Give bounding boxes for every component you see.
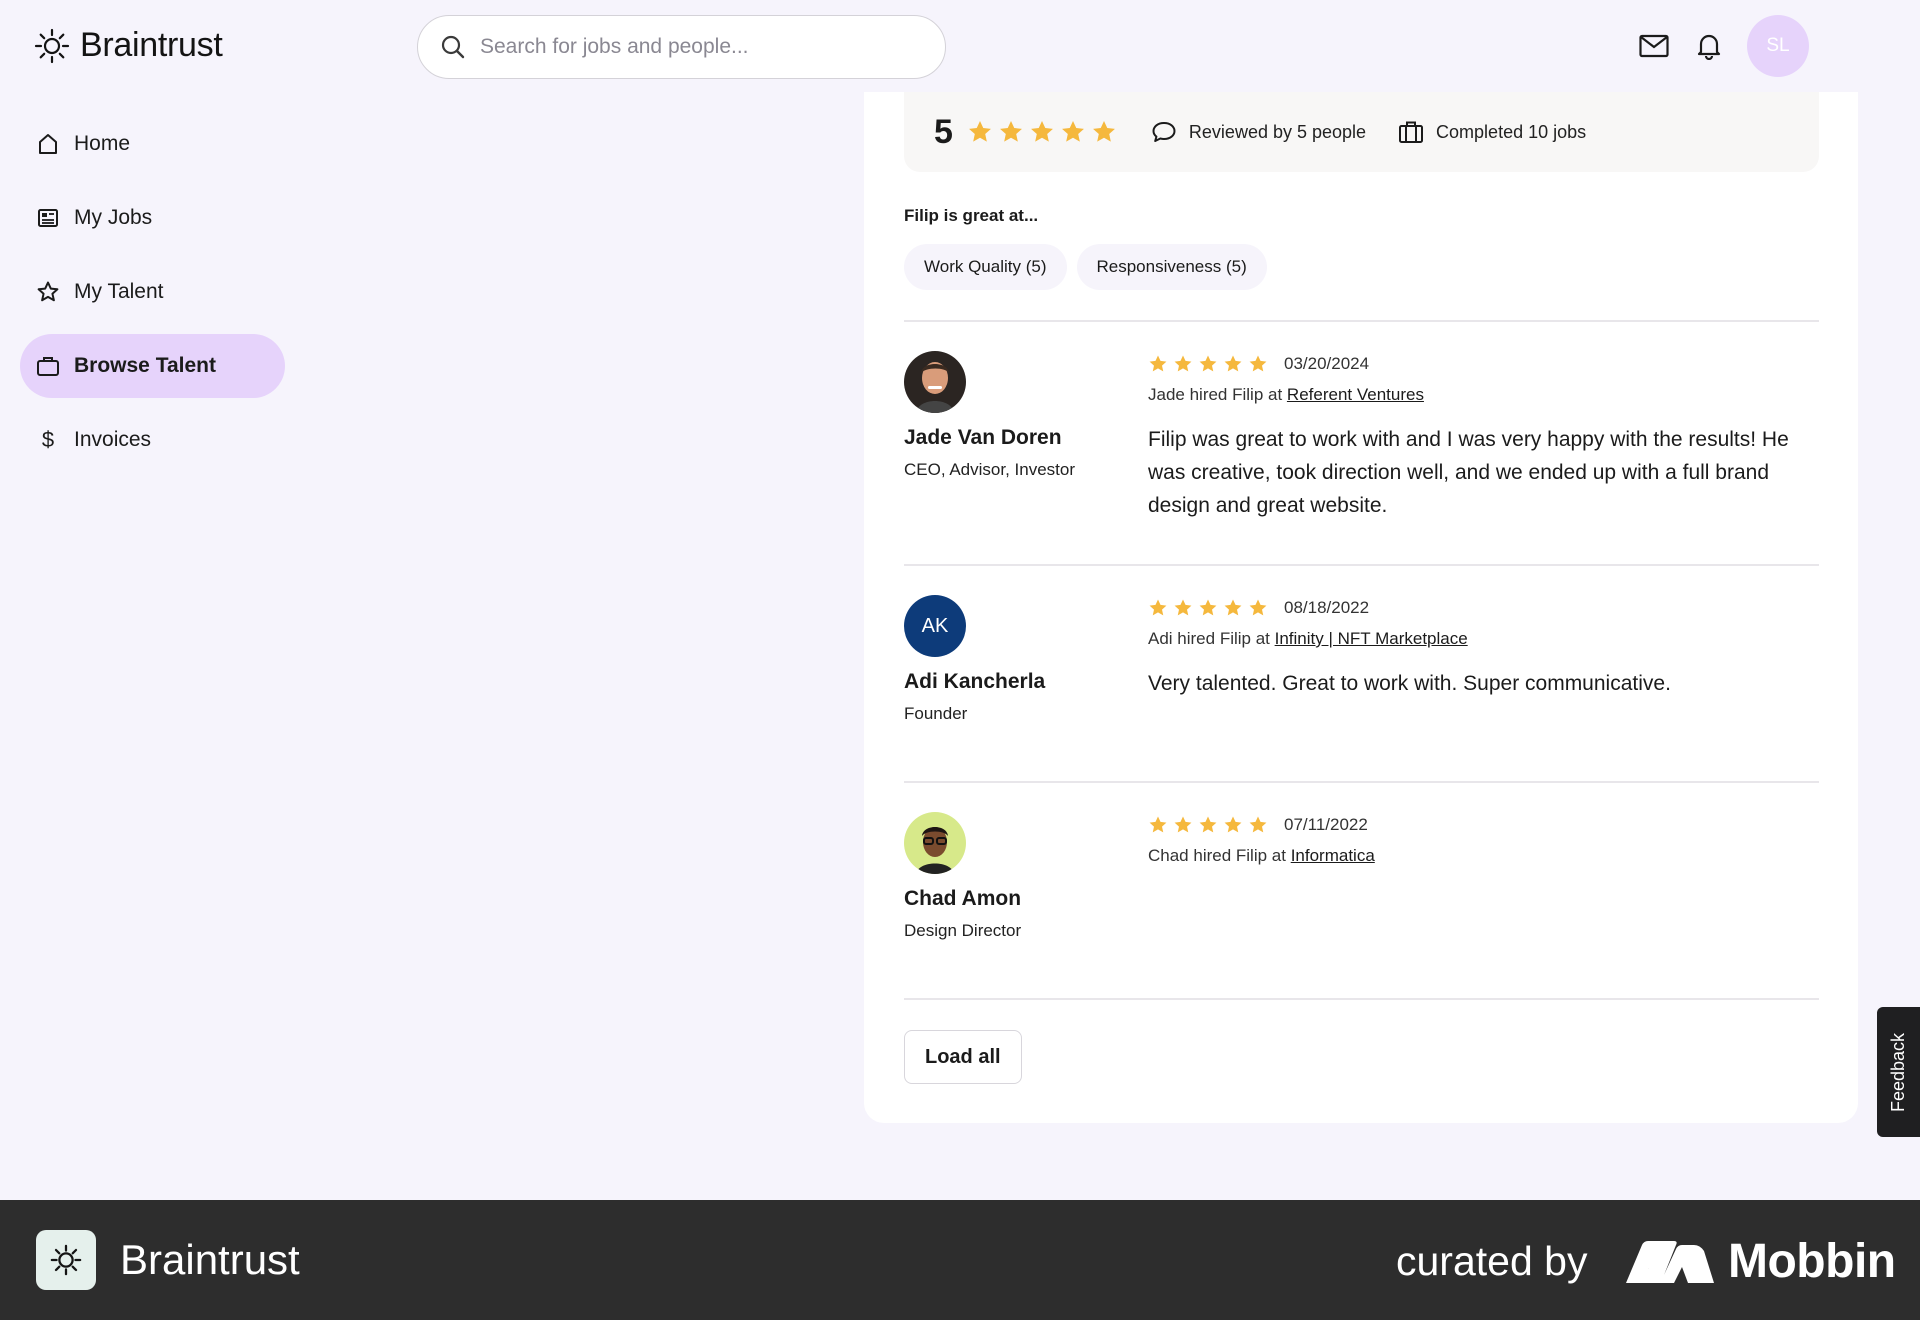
brand-name: Braintrust — [80, 26, 223, 64]
rating-summary: 5 Reviewed by 5 people Completed 10 jobs — [904, 92, 1819, 172]
reviewer-avatar[interactable] — [904, 351, 966, 413]
star-icon — [1149, 599, 1167, 616]
jobs-icon — [36, 206, 60, 230]
star-icon — [1174, 599, 1192, 616]
search-bar[interactable] — [417, 15, 946, 79]
star-icon — [1249, 816, 1267, 833]
feedback-tab[interactable]: Feedback — [1877, 1007, 1920, 1137]
star-icon — [1249, 599, 1267, 616]
review-text: Very talented. Great to work with. Super… — [1148, 672, 1671, 695]
strength-tag: Responsiveness (5) — [1076, 244, 1267, 290]
footer-brand: Braintrust — [120, 1236, 300, 1283]
star-icon — [999, 120, 1022, 142]
notifications-button[interactable] — [1691, 28, 1727, 64]
sidebar-item-label: My Jobs — [74, 206, 153, 229]
braintrust-app-icon — [36, 1230, 96, 1290]
review-stars — [1148, 815, 1268, 835]
chat-bubble-icon — [1152, 122, 1176, 142]
search-input[interactable] — [480, 35, 920, 59]
review-stars — [1148, 598, 1268, 618]
reviewer-title: Design Director — [904, 921, 1022, 940]
reviewer-avatar[interactable]: AK — [904, 595, 966, 657]
reviewer-name: Jade Van Doren — [904, 426, 1062, 449]
star-icon — [1224, 355, 1242, 372]
review-date: 08/18/2022 — [1284, 598, 1370, 617]
star-icon — [1224, 599, 1242, 616]
sidebar-item-label: My Talent — [74, 280, 164, 303]
review-date: 07/11/2022 — [1284, 815, 1368, 834]
sidebar-item-my-jobs[interactable]: My Jobs — [20, 186, 285, 250]
star-icon — [1199, 355, 1217, 372]
sidebar-item-browse-talent[interactable]: Browse Talent — [20, 334, 285, 398]
sidebar-item-label: Home — [74, 132, 131, 155]
mail-icon — [1639, 34, 1669, 58]
summary-stars — [967, 119, 1117, 145]
sidebar-item-home[interactable]: Home — [20, 112, 285, 176]
feedback-label: Feedback — [1888, 1032, 1908, 1112]
mobbin-wordmark: Mobbin — [1728, 1235, 1896, 1288]
user-avatar[interactable]: SL — [1747, 15, 1809, 77]
briefcase-icon — [1399, 121, 1424, 143]
star-icon — [1149, 816, 1167, 833]
review-date: 03/20/2024 — [1284, 354, 1370, 373]
strength-tag: Work Quality (5) — [904, 244, 1067, 290]
mobbin-mark-icon — [1626, 1240, 1714, 1283]
sidebar-item-label: Invoices — [74, 428, 152, 451]
hired-at: Adi hired Filip at Infinity | NFT Market… — [1148, 629, 1468, 648]
completed-jobs: Completed 10 jobs — [1398, 120, 1586, 144]
footer-banner: Braintrust curated by Mobbin — [0, 1200, 1920, 1320]
review-text: Filip was great to work with and I was v… — [1148, 428, 1789, 517]
star-icon — [1224, 816, 1242, 833]
company-link[interactable]: Infinity | NFT Marketplace — [1275, 629, 1468, 648]
reviewer-title: CEO, Advisor, Investor — [904, 460, 1076, 479]
star-icon — [1092, 120, 1115, 142]
search-icon — [441, 35, 465, 59]
braintrust-logo[interactable]: Braintrust — [34, 26, 223, 65]
divider — [904, 320, 1819, 322]
star-icon — [1174, 355, 1192, 372]
hired-at: Jade hired Filip at Referent Ventures — [1148, 385, 1424, 404]
reviewer-name: Adi Kancherla — [904, 670, 1046, 693]
company-link[interactable]: Referent Ventures — [1287, 385, 1424, 404]
mobbin-logo: Mobbin — [1626, 1234, 1896, 1289]
hired-at: Chad hired Filip at Informatica — [1148, 846, 1375, 865]
star-icon — [1174, 816, 1192, 833]
reviewer-name: Chad Amon — [904, 887, 1022, 910]
star-icon — [1199, 599, 1217, 616]
star-icon — [1249, 355, 1267, 372]
star-outline-icon — [36, 280, 60, 304]
company-link[interactable]: Informatica — [1291, 846, 1375, 865]
bell-icon — [1697, 34, 1721, 60]
briefcase-icon — [36, 354, 60, 378]
divider — [904, 998, 1819, 1000]
star-icon — [968, 120, 991, 142]
star-icon — [1149, 355, 1167, 372]
star-icon — [1061, 120, 1084, 142]
dollar-icon: $ — [41, 427, 55, 452]
sidebar-item-label: Browse Talent — [74, 354, 216, 377]
divider — [904, 564, 1819, 566]
strength-tags: Work Quality (5) Responsiveness (5) — [904, 244, 1267, 290]
sidebar-item-my-talent[interactable]: My Talent — [20, 260, 285, 324]
strengths-label: Filip is great at... — [904, 206, 1039, 225]
load-all-button[interactable]: Load all — [904, 1030, 1022, 1084]
divider — [904, 781, 1819, 783]
star-icon — [1030, 120, 1053, 142]
reviewed-by: Reviewed by 5 people — [1151, 120, 1366, 144]
curated-by-label: curated by — [1396, 1238, 1588, 1284]
reviews-card: 5 Reviewed by 5 people Completed 10 jobs… — [864, 92, 1858, 1123]
reviewer-title: Founder — [904, 704, 968, 723]
star-icon — [1199, 816, 1217, 833]
sidebar-nav: Home My Jobs My Talent Browse Talent $ I… — [20, 112, 285, 482]
reviewer-avatar[interactable] — [904, 812, 966, 874]
braintrust-sun-icon — [34, 28, 70, 63]
sidebar-item-invoices[interactable]: $ Invoices — [20, 408, 285, 472]
rating-value: 5 — [934, 112, 953, 151]
home-icon — [36, 132, 60, 156]
messages-button[interactable] — [1636, 28, 1672, 64]
review-stars — [1148, 354, 1268, 374]
